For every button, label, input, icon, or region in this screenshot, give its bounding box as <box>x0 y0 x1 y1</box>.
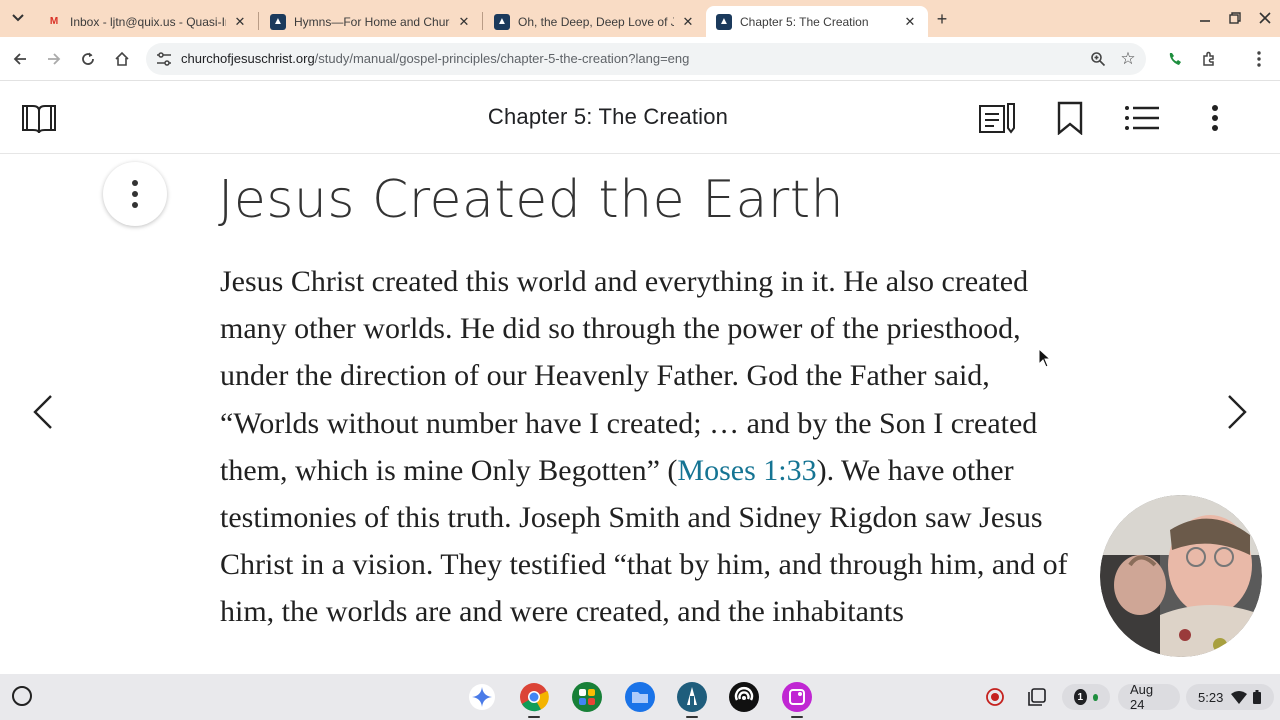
page-header: Chapter 5: The Creation <box>0 82 1280 154</box>
holding-space-icon[interactable] <box>1026 684 1048 710</box>
gospel-library-icon[interactable] <box>677 682 707 712</box>
new-tab-icon[interactable]: + <box>932 9 952 29</box>
running-indicator <box>686 716 698 718</box>
reload-icon[interactable] <box>76 47 100 71</box>
page-title: Chapter 5: The Creation <box>487 104 729 129</box>
tab-title: Chapter 5: The Creation <box>740 14 869 29</box>
screenshot-app-icon[interactable] <box>782 682 812 712</box>
zoom-icon[interactable] <box>1088 49 1108 69</box>
tab-hymns[interactable]: ▲ Hymns—For Home and Church ✕ <box>260 6 482 37</box>
browser-toolbar: churchofjesuschrist.org/study/manual/gos… <box>0 37 1280 81</box>
tab-title: Oh, the Deep, Deep Love of Jesu <box>518 14 674 29</box>
mouse-cursor-icon <box>1038 348 1052 368</box>
url-path: /study/manual/gospel-principles/chapter-… <box>314 51 690 66</box>
tab-title: Inbox - ljtn@quix.us - Quasi-Ind <box>70 14 226 29</box>
date-tray[interactable]: Aug 24 <box>1118 682 1180 712</box>
church-logo-icon: ▲ <box>716 13 732 30</box>
next-page-arrow-icon[interactable] <box>1222 390 1252 434</box>
url-text: churchofjesuschrist.org/study/manual/gos… <box>181 51 689 66</box>
screen-record-icon[interactable] <box>984 684 1006 710</box>
vertical-dots-icon <box>132 180 138 208</box>
running-indicator <box>528 716 540 718</box>
system-shelf: 1 Aug 24 5:23 <box>0 674 1280 720</box>
running-indicator <box>791 716 803 718</box>
close-tab-icon[interactable]: ✕ <box>902 14 918 30</box>
tab-separator <box>482 12 483 30</box>
time-text: 5:23 <box>1198 689 1224 705</box>
church-logo-icon: ▲ <box>270 13 286 30</box>
date-text: Aug 24 <box>1130 682 1154 712</box>
restore-icon[interactable] <box>1223 6 1247 30</box>
launcher-icon[interactable] <box>12 686 32 706</box>
phone-hub-icon[interactable] <box>1163 47 1187 71</box>
files-icon[interactable] <box>625 682 655 712</box>
paragraph-options-button[interactable] <box>103 162 167 226</box>
gmail-icon: M <box>49 16 59 27</box>
bookmark-star-icon[interactable]: ☆ <box>1118 49 1138 69</box>
tab-search-chevron-icon[interactable] <box>8 8 28 28</box>
close-window-icon[interactable] <box>1253 6 1277 30</box>
tab-separator <box>258 12 259 30</box>
body-paragraph: Jesus Christ created this world and ever… <box>220 258 1080 636</box>
tab-title: Hymns—For Home and Church <box>294 14 450 29</box>
notes-icon[interactable] <box>978 100 1016 136</box>
webcam-overlay <box>1100 495 1262 657</box>
battery-icon <box>1253 690 1262 704</box>
close-tab-icon[interactable]: ✕ <box>232 14 248 30</box>
podcast-icon[interactable] <box>729 682 759 712</box>
home-icon[interactable] <box>110 47 134 71</box>
back-icon[interactable] <box>8 47 32 71</box>
church-logo-icon: ▲ <box>494 13 510 30</box>
close-tab-icon[interactable]: ✕ <box>456 14 472 30</box>
section-heading: Jesus Created the Earth <box>218 170 845 230</box>
extensions-icon[interactable] <box>1197 47 1221 71</box>
more-options-icon[interactable] <box>1196 100 1234 136</box>
site-settings-icon[interactable] <box>154 49 174 69</box>
url-host: churchofjesuschrist.org <box>181 51 315 66</box>
tab-chapter-5[interactable]: ▲ Chapter 5: The Creation ✕ <box>706 6 928 37</box>
status-dot-icon <box>1092 693 1098 701</box>
wifi-icon <box>1231 690 1248 704</box>
chrome-icon[interactable] <box>519 682 549 712</box>
gemini-icon[interactable] <box>467 682 497 712</box>
forward-icon[interactable] <box>42 47 66 71</box>
table-of-contents-icon[interactable] <box>1123 100 1161 136</box>
address-bar[interactable]: churchofjesuschrist.org/study/manual/gos… <box>146 43 1146 75</box>
tab-deep-love[interactable]: ▲ Oh, the Deep, Deep Love of Jesu ✕ <box>484 6 706 37</box>
browser-menu-icon[interactable] <box>1247 47 1271 71</box>
close-tab-icon[interactable]: ✕ <box>680 14 696 30</box>
notification-center[interactable]: 1 <box>1062 684 1110 710</box>
google-apps-icon[interactable] <box>572 682 602 712</box>
bookmark-icon[interactable] <box>1051 100 1089 136</box>
tab-strip: M Inbox - ljtn@quix.us - Quasi-Ind ✕ ▲ H… <box>0 0 1280 37</box>
notification-count-badge: 1 <box>1074 689 1087 705</box>
previous-page-arrow-icon[interactable] <box>28 390 58 434</box>
minimize-icon[interactable] <box>1193 6 1217 30</box>
status-tray[interactable]: 5:23 <box>1186 684 1274 710</box>
scripture-reference-link[interactable]: Moses 1:33 <box>677 454 816 487</box>
tab-inbox[interactable]: M Inbox - ljtn@quix.us - Quasi-Ind ✕ <box>36 6 258 37</box>
